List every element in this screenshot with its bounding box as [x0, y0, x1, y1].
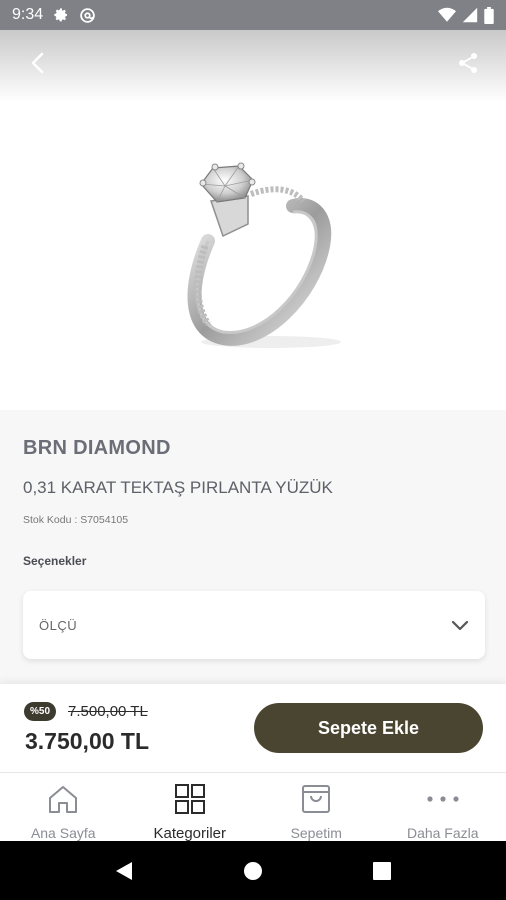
status-time: 9:34: [12, 6, 44, 23]
nav-label-categories: Kategoriler: [153, 825, 227, 842]
android-nav-bar: [0, 841, 506, 900]
grid-icon: [174, 783, 206, 815]
battery-icon: [484, 6, 494, 24]
diamond-ring-image: [187, 162, 341, 348]
stock-code: Stok Kodu : S7054105: [23, 514, 129, 526]
share-button[interactable]: [452, 47, 484, 79]
system-home-button[interactable]: [233, 851, 273, 891]
wifi-icon: [438, 7, 456, 23]
nav-item-home[interactable]: Ana Sayfa: [0, 773, 127, 841]
share-icon: [459, 53, 477, 73]
size-select[interactable]: ÖLÇÜ: [23, 591, 485, 659]
nav-label-home: Ana Sayfa: [30, 825, 96, 841]
nav-label-cart: Sepetim: [290, 825, 342, 841]
product-image[interactable]: [0, 102, 506, 410]
system-back-button[interactable]: [104, 851, 144, 891]
product-info: BRN DIAMOND 0,31 KARAT TEKTAŞ PIRLANTA Y…: [0, 410, 506, 684]
more-dots-icon: [426, 783, 460, 815]
chevron-down-icon: [451, 619, 469, 631]
triangle-back-icon: [116, 861, 133, 880]
old-price: 7.500,00 TL: [68, 703, 148, 720]
square-recents-icon: [372, 861, 391, 880]
nav-label-more: Daha Fazla: [406, 825, 479, 841]
shopping-bag-icon: [300, 783, 332, 815]
nav-item-cart[interactable]: Sepetim: [253, 773, 380, 841]
price-bar: %50 7.500,00 TL 3.750,00 TL Sepete Ekle: [0, 684, 506, 772]
at-sign-icon: [79, 7, 96, 24]
gear-icon: [53, 7, 69, 23]
home-icon: [47, 783, 79, 815]
nav-item-more[interactable]: Daha Fazla: [380, 773, 506, 841]
circle-home-icon: [243, 861, 262, 880]
new-price: 3.750,00 TL: [25, 728, 150, 754]
cell-signal-icon: [462, 7, 478, 23]
chevron-left-icon: [31, 52, 44, 74]
system-recents-button[interactable]: [362, 851, 402, 891]
product-brand: BRN DIAMOND: [23, 437, 171, 459]
status-right: [438, 6, 494, 24]
size-select-value: ÖLÇÜ: [39, 617, 78, 633]
status-bar: 9:34: [0, 0, 506, 30]
discount-badge: %50: [24, 702, 57, 721]
nav-item-categories[interactable]: Kategoriler: [127, 773, 254, 842]
options-label: Seçenekler: [23, 554, 87, 568]
add-to-cart-button[interactable]: Sepete Ekle: [254, 703, 483, 753]
status-left: 9:34: [12, 6, 96, 24]
product-title: 0,31 KARAT TEKTAŞ PIRLANTA YÜZÜK: [23, 478, 333, 497]
product-header: [0, 30, 506, 102]
bottom-nav: Ana Sayfa Kategoriler Sepetim Daha Fazla: [0, 772, 506, 842]
back-button[interactable]: [22, 47, 54, 79]
